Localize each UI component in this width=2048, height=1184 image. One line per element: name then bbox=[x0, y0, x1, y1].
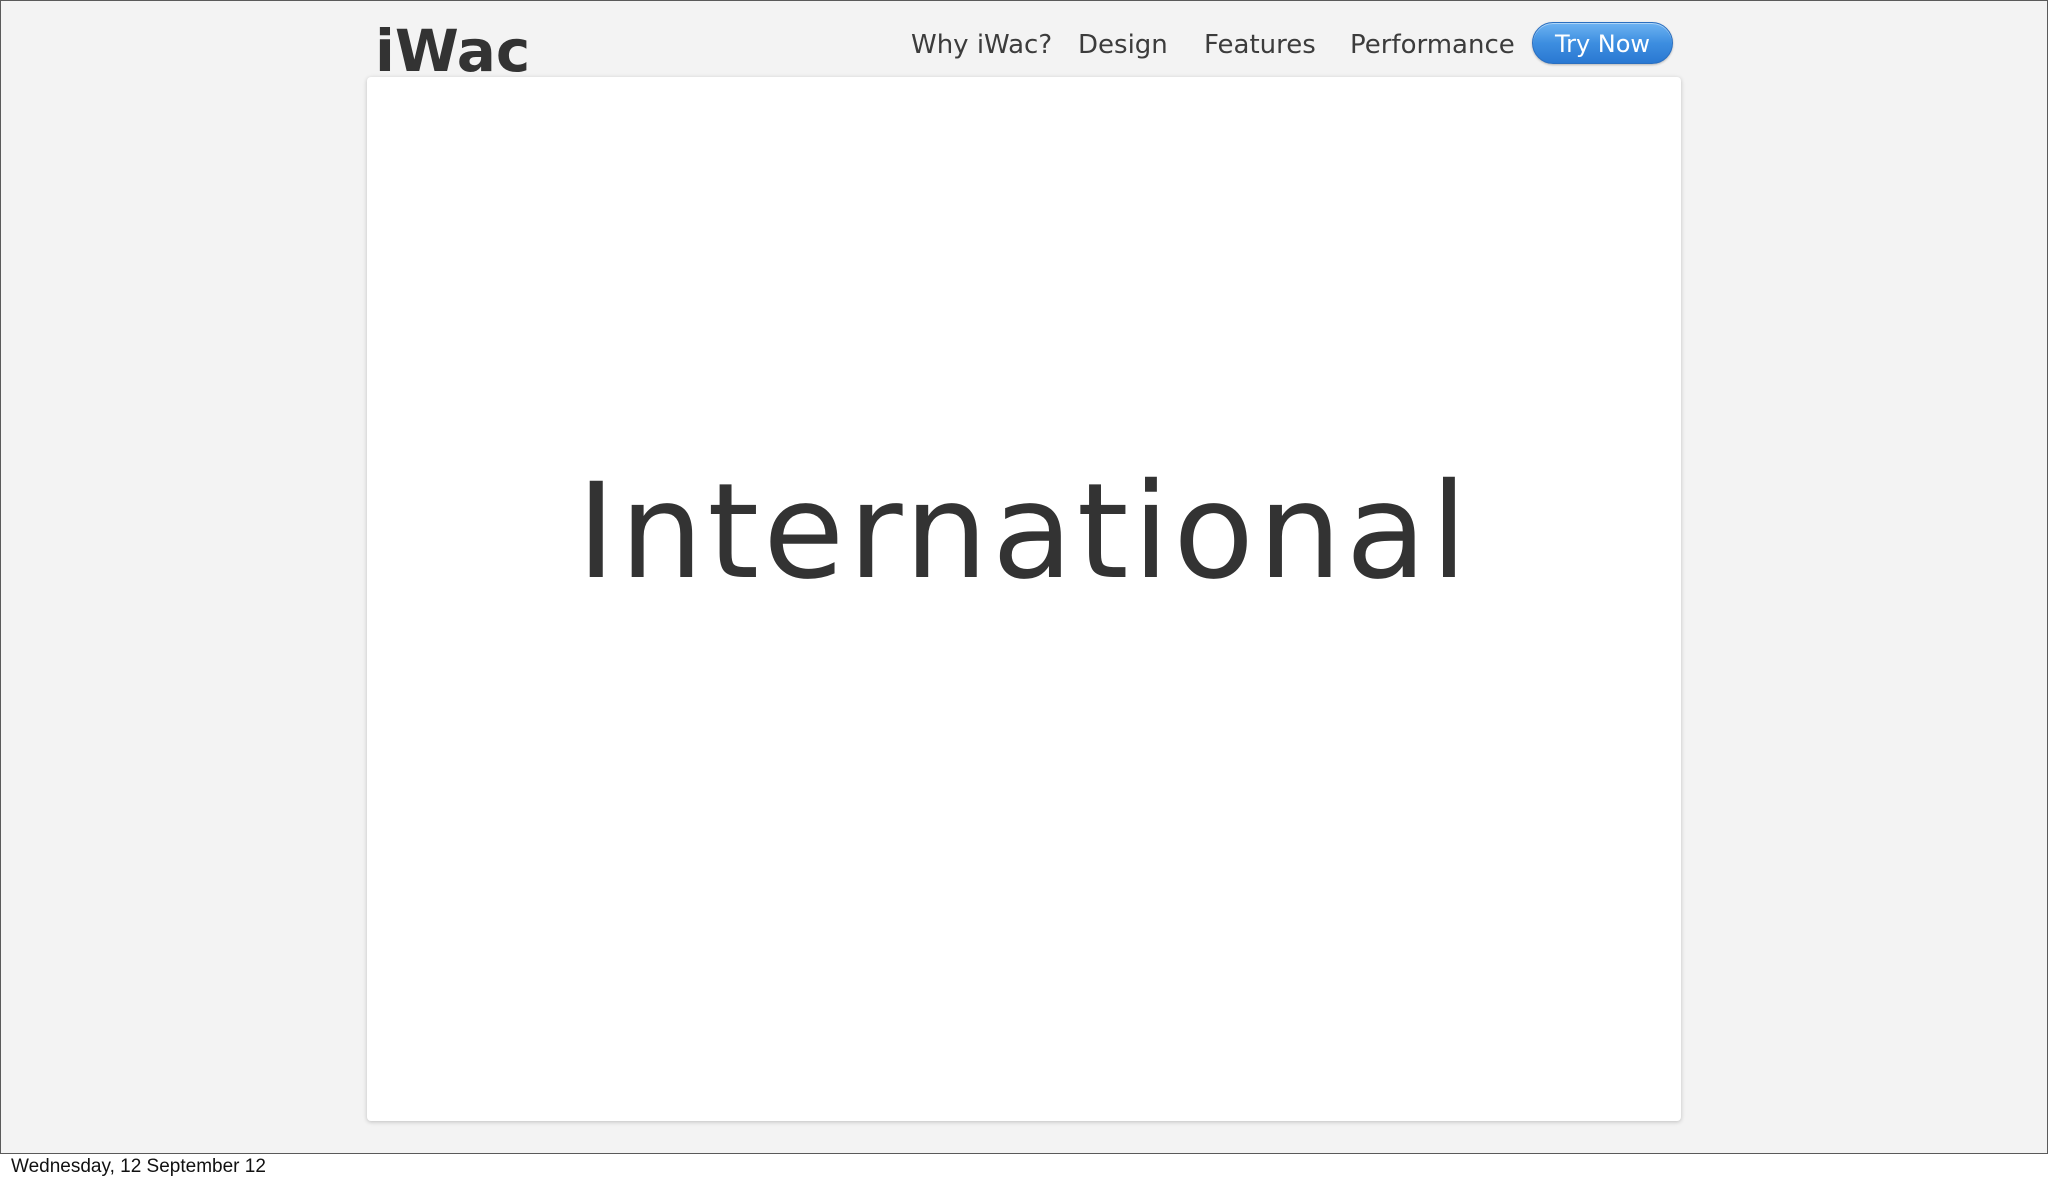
footer-date: Wednesday, 12 September 12 bbox=[11, 1156, 266, 1177]
nav-link-design[interactable]: Design bbox=[1078, 25, 1168, 65]
try-now-button[interactable]: Try Now bbox=[1532, 22, 1673, 64]
nav-link-features[interactable]: Features bbox=[1204, 25, 1316, 65]
nav-link-performance[interactable]: Performance bbox=[1350, 25, 1515, 65]
headline-text: International bbox=[576, 455, 1472, 609]
content-card: International bbox=[367, 77, 1681, 1121]
nav-link-why-iwac[interactable]: Why iWac? bbox=[911, 25, 1052, 65]
slide-frame: iWac Why iWac? Design Features Performan… bbox=[0, 0, 2048, 1154]
